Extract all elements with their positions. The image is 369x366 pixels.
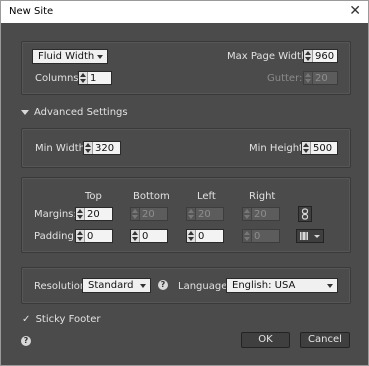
margin-bottom-field: 20 <box>130 207 168 221</box>
margin-left-field: 20 <box>186 207 224 221</box>
max-page-width-field[interactable]: 960 <box>303 49 338 63</box>
close-icon[interactable]: ✕ <box>349 4 361 18</box>
min-height-label: Min Height: <box>249 143 307 154</box>
help-icon[interactable]: ? <box>21 336 31 346</box>
checkmark-icon: ✓ <box>22 314 31 325</box>
new-site-dialog: New Site ✕ Fluid Width Max Page Width: 9… <box>0 0 369 366</box>
stepper-icon[interactable] <box>84 142 93 154</box>
stepper-icon[interactable] <box>131 230 140 242</box>
margins-label: Margins: <box>34 209 77 220</box>
stepper-icon[interactable] <box>304 50 313 62</box>
min-width-label: Min Width: <box>35 143 89 154</box>
layout-type-select[interactable]: Fluid Width <box>32 49 108 64</box>
layout-type-value: Fluid Width <box>38 51 95 62</box>
stepper-icon <box>187 208 196 220</box>
sticky-footer-label: Sticky Footer <box>35 314 101 325</box>
margin-right-field: 20 <box>242 207 280 221</box>
gutter-label: Gutter: <box>267 73 303 84</box>
chevron-down-icon <box>97 55 103 59</box>
stepper-icon[interactable] <box>76 208 85 220</box>
stepper-icon[interactable] <box>79 72 88 84</box>
columns-dropdown-icon <box>300 232 320 240</box>
columns-label: Columns: <box>35 73 82 84</box>
padding-right-field: 0 <box>242 229 280 243</box>
link-margins-icon[interactable] <box>298 206 312 222</box>
column-header-right: Right <box>249 191 276 202</box>
chevron-down-icon <box>327 284 333 288</box>
column-header-left: Left <box>197 191 216 202</box>
stepper-icon[interactable] <box>76 230 85 242</box>
stepper-icon[interactable] <box>302 142 311 154</box>
disclosure-triangle-icon[interactable] <box>21 110 29 115</box>
max-page-width-label: Max Page Width: <box>227 51 311 62</box>
padding-top-field[interactable]: 0 <box>75 229 113 243</box>
columns-field[interactable]: 1 <box>78 71 112 85</box>
cancel-button[interactable]: Cancel <box>300 332 350 348</box>
stepper-icon <box>131 208 140 220</box>
padding-bottom-field[interactable]: 0 <box>130 229 168 243</box>
gutter-field: 20 <box>303 71 338 85</box>
stepper-icon <box>243 208 252 220</box>
window-title: New Site <box>9 6 54 17</box>
column-header-top: Top <box>85 191 102 202</box>
padding-left-field[interactable]: 0 <box>186 229 224 243</box>
min-height-field[interactable]: 500 <box>301 141 338 155</box>
sticky-footer-checkbox[interactable]: ✓ Sticky Footer <box>22 314 100 325</box>
stepper-icon <box>243 230 252 242</box>
language-select[interactable]: English: USA <box>226 278 338 293</box>
padding-label: Padding: <box>34 231 78 242</box>
chain-link-icon <box>301 208 309 220</box>
resolution-select[interactable]: Standard <box>82 278 151 293</box>
margin-top-field[interactable]: 20 <box>75 207 113 221</box>
column-header-bottom: Bottom <box>133 191 170 202</box>
ok-button[interactable]: OK <box>241 332 290 348</box>
help-icon[interactable]: ? <box>158 280 168 290</box>
language-label: Language: <box>178 281 231 292</box>
chevron-down-icon <box>140 284 146 288</box>
min-width-field[interactable]: 320 <box>83 141 121 155</box>
title-bar: New Site ✕ <box>1 1 368 23</box>
advanced-settings-toggle[interactable]: Advanced Settings <box>34 107 128 118</box>
stepper-icon <box>304 72 313 84</box>
padding-options-dropdown[interactable] <box>296 229 324 243</box>
stepper-icon[interactable] <box>187 230 196 242</box>
